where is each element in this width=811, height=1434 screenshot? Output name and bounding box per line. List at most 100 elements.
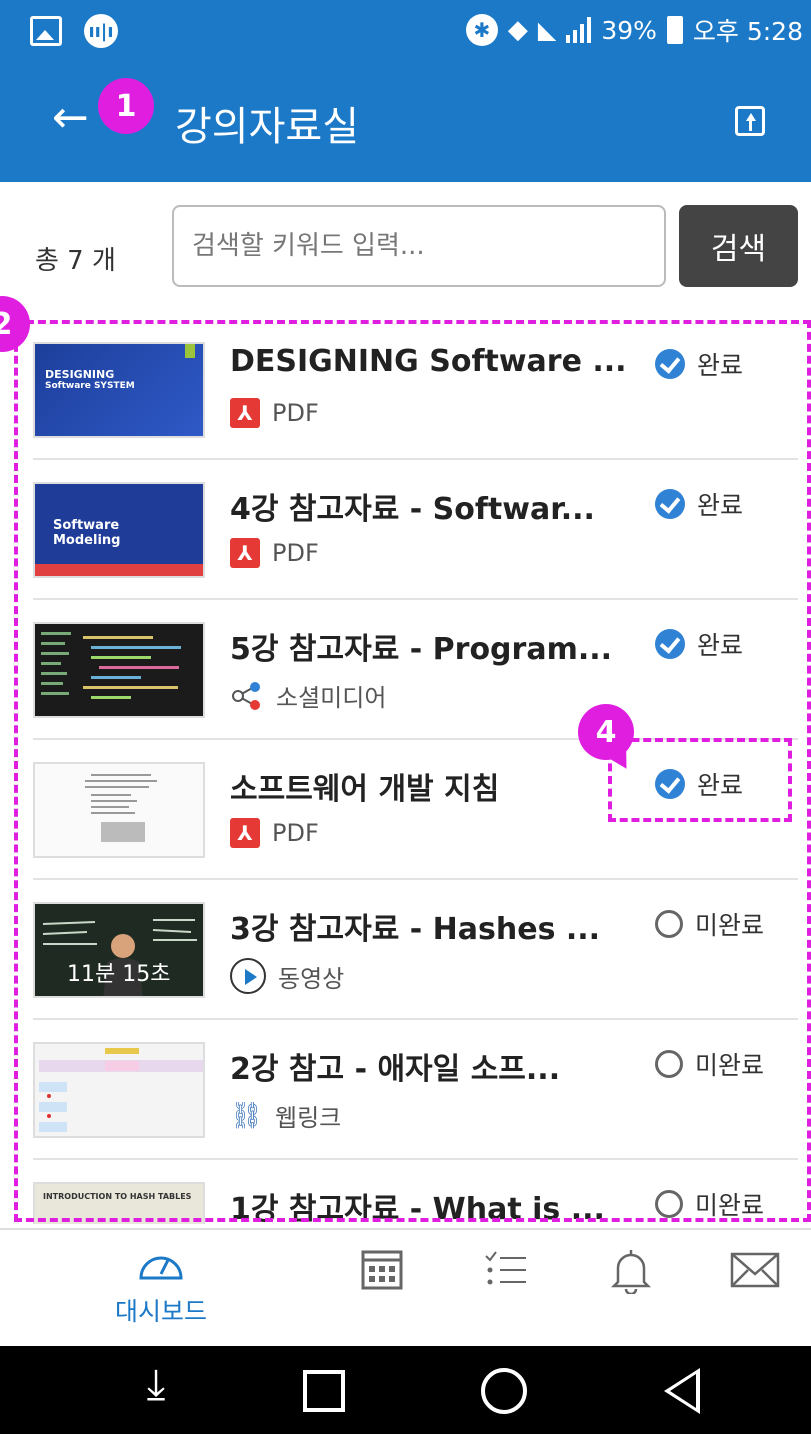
- search-button[interactable]: 검색: [679, 205, 798, 287]
- back-button[interactable]: [664, 1368, 700, 1414]
- check-circle-icon: [655, 349, 685, 379]
- nav-mail[interactable]: [700, 1244, 810, 1334]
- annotation-badge-1: 1: [98, 78, 154, 134]
- list-item[interactable]: Software Modeling 4강 참고자료 - Softwar... ⅄…: [33, 460, 798, 600]
- status-bar: ıı|ı ✱ ◆ ◣ 39% 오후 5:28: [0, 0, 811, 62]
- video-duration: 11분 15초: [67, 962, 171, 987]
- status-complete: 완료: [655, 346, 743, 382]
- status-complete: 완료: [655, 766, 743, 802]
- item-type-label: 소셜미디어: [276, 684, 387, 712]
- signal-icon: [566, 17, 592, 43]
- search-input[interactable]: [172, 205, 666, 287]
- item-type-label: PDF: [272, 399, 319, 427]
- item-type: ⅄ PDF: [230, 818, 319, 848]
- home-button[interactable]: [481, 1368, 527, 1414]
- item-type: 소셜미디어: [230, 678, 386, 713]
- agile-diagram: [39, 1048, 203, 1132]
- todo-list-icon: [485, 1251, 526, 1285]
- item-thumbnail: DESIGNING Software SYSTEM: [33, 342, 205, 438]
- item-title[interactable]: 4강 참고자료 - Softwar...: [230, 484, 595, 528]
- status-label: 완료: [697, 351, 744, 380]
- item-title[interactable]: 소프트웨어 개발 지침: [230, 764, 499, 808]
- nav-todo[interactable]: [450, 1244, 560, 1334]
- item-type-label: 동영상: [278, 964, 345, 993]
- list-item[interactable]: 소프트웨어 개발 지침 ⅄ PDF 완료: [33, 740, 798, 880]
- status-incomplete: 미완료: [655, 1046, 764, 1082]
- thumbnail-text: Software SYSTEM: [45, 381, 135, 392]
- list-item[interactable]: 11분 15초 3강 참고자료 - Hashes ... 동영상 미완료: [33, 880, 798, 1020]
- item-type: ⛓ 웹링크: [230, 1098, 341, 1133]
- list-item[interactable]: 5강 참고자료 - Program... 소셜미디어 완료: [33, 600, 798, 740]
- check-circle-icon: [655, 769, 685, 799]
- calendar-icon: [361, 1250, 403, 1290]
- empty-circle-icon: [655, 910, 683, 938]
- clock: 오후 5:28: [692, 17, 803, 46]
- item-title[interactable]: 2강 참고 - 애자일 소프...: [230, 1044, 560, 1088]
- status-label: 완료: [697, 771, 744, 800]
- item-thumbnail: INTRODUCTION TO HASH TABLES: [33, 1182, 205, 1224]
- item-thumbnail: [33, 1042, 205, 1138]
- back-arrow-icon[interactable]: ←: [52, 96, 89, 140]
- social-share-icon: [232, 681, 260, 710]
- nav-calendar[interactable]: [327, 1244, 437, 1334]
- total-count: 총 7 개: [35, 246, 116, 276]
- down-arrow-icon[interactable]: ⤓: [132, 1360, 180, 1408]
- check-circle-icon: [655, 489, 685, 519]
- recents-button[interactable]: [303, 1370, 345, 1412]
- list-item[interactable]: 2강 참고 - 애자일 소프... ⛓ 웹링크 미완료: [33, 1020, 798, 1160]
- link-icon: ⛓: [230, 1100, 264, 1131]
- status-label: 미완료: [695, 911, 765, 940]
- empty-circle-icon: [655, 1190, 683, 1218]
- item-type: 동영상: [230, 958, 344, 994]
- status-label: 미완료: [695, 1051, 765, 1080]
- item-title[interactable]: 5강 참고자료 - Program...: [230, 624, 612, 668]
- thumbnail-text: INTRODUCTION TO HASH TABLES: [43, 1192, 192, 1201]
- list-item[interactable]: INTRODUCTION TO HASH TABLES 1강 참고자료 - Wh…: [33, 1160, 798, 1224]
- thumbnail-text: Software Modeling: [53, 518, 121, 548]
- item-type-label: 웹링크: [275, 1104, 342, 1132]
- materials-list: DESIGNING Software SYSTEM DESIGNING Soft…: [0, 320, 811, 1224]
- empty-circle-icon: [655, 1050, 683, 1078]
- voice-recorder-notification-icon: ıı|ı: [84, 14, 118, 48]
- item-thumbnail: 11분 15초: [33, 902, 205, 998]
- item-thumbnail: [33, 622, 205, 718]
- nav-dashboard[interactable]: 대시보드: [106, 1244, 216, 1334]
- battery-icon: [666, 16, 683, 44]
- wifi-icon: ◆: [507, 15, 528, 45]
- nav-dashboard-label: 대시보드: [114, 1297, 207, 1326]
- page-title: 강의자료실: [175, 104, 359, 150]
- play-icon: [230, 958, 266, 994]
- item-title[interactable]: 3강 참고자료 - Hashes ...: [230, 904, 600, 948]
- item-type-label: PDF: [272, 819, 319, 847]
- thumbnail-text: DESIGNING: [45, 368, 115, 381]
- item-type: ⅄ PDF: [230, 538, 319, 568]
- list-item[interactable]: DESIGNING Software SYSTEM DESIGNING Soft…: [33, 320, 798, 460]
- item-thumbnail: [33, 762, 205, 858]
- share-upload-icon[interactable]: [735, 106, 765, 136]
- nav-notifications[interactable]: [576, 1244, 686, 1334]
- item-title[interactable]: DESIGNING Software ...: [230, 344, 627, 379]
- item-type: ⅄ PDF: [230, 398, 319, 428]
- dashboard-gauge-icon: [139, 1256, 183, 1280]
- item-thumbnail: Software Modeling: [33, 482, 205, 578]
- status-label: 미완료: [695, 1191, 765, 1220]
- status-complete: 완료: [655, 486, 743, 522]
- bell-icon: [610, 1250, 652, 1294]
- item-title[interactable]: 1강 참고자료 - What is ...: [230, 1184, 605, 1224]
- pdf-icon: ⅄: [230, 818, 260, 848]
- pdf-icon: ⅄: [230, 398, 260, 428]
- status-incomplete: 미완료: [655, 1186, 764, 1222]
- bluetooth-icon: ✱: [465, 14, 498, 46]
- check-circle-icon: [655, 629, 685, 659]
- mail-icon: [730, 1252, 780, 1288]
- status-label: 완료: [697, 631, 744, 660]
- data-off-icon: ◣: [537, 16, 557, 44]
- system-nav-bar: ⤓: [0, 1346, 811, 1434]
- gallery-notification-icon: [30, 16, 62, 46]
- bottom-nav: 대시보드: [0, 1228, 811, 1346]
- item-type-label: PDF: [272, 539, 319, 567]
- status-incomplete: 미완료: [655, 906, 764, 942]
- status-complete: 완료: [655, 626, 743, 662]
- battery-percent: 39%: [601, 15, 657, 45]
- pdf-icon: ⅄: [230, 538, 260, 568]
